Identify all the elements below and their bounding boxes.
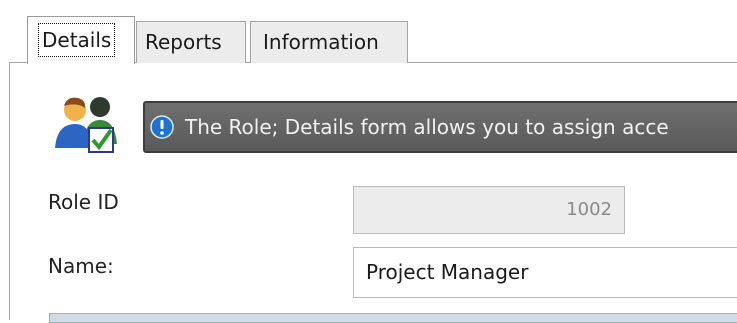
tab-information-label: Information	[263, 30, 379, 54]
lower-panel-edge	[49, 313, 737, 323]
role-id-field: 1002	[353, 186, 625, 234]
tab-reports[interactable]: Reports	[136, 21, 246, 63]
tab-information[interactable]: Information	[250, 21, 408, 63]
name-field[interactable]: Project Manager	[353, 247, 737, 298]
info-icon	[150, 115, 174, 139]
info-banner-text: The Role; Details form allows you to ass…	[185, 115, 669, 139]
role-users-icon	[55, 97, 117, 153]
tab-details[interactable]: Details	[27, 16, 135, 64]
info-banner: The Role; Details form allows you to ass…	[143, 101, 737, 153]
panel-border	[9, 63, 10, 320]
role-id-label: Role ID	[48, 190, 119, 214]
tab-details-label: Details	[38, 23, 116, 57]
tab-reports-label: Reports	[145, 30, 222, 54]
name-label: Name:	[48, 254, 114, 278]
